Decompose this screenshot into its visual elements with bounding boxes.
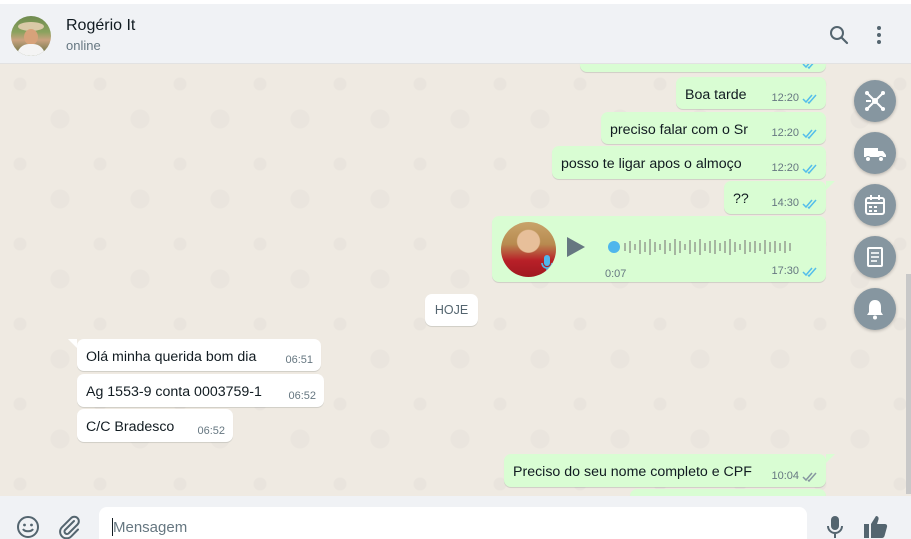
- document-icon[interactable]: [854, 236, 896, 278]
- voice-message-bubble[interactable]: 0:07 17:30: [492, 216, 826, 282]
- message-text: posso te ligar apos o almoço: [561, 156, 742, 172]
- message-bubble-out[interactable]: ?? 14:30: [724, 181, 826, 214]
- message-bubble-out[interactable]: posso te ligar apos o almoço 12:20: [552, 146, 826, 179]
- contact-avatar[interactable]: [11, 16, 51, 56]
- bell-icon[interactable]: [854, 288, 896, 330]
- day-separator: HOJE: [425, 294, 478, 326]
- read-ticks-icon: [802, 94, 817, 104]
- read-ticks-icon: [802, 267, 817, 277]
- message-time: 06:51: [285, 354, 313, 366]
- message-text: ??: [733, 191, 749, 207]
- message-bubble-out[interactable]: Boa tarde 12:20: [676, 77, 826, 109]
- message-bubble-partial[interactable]: [580, 64, 826, 72]
- message-time: 12:20: [771, 92, 799, 104]
- message-time: 17:30: [771, 265, 799, 277]
- scrollbar-thumb[interactable]: [906, 274, 911, 494]
- microphone-icon[interactable]: [826, 515, 844, 539]
- calendar-icon[interactable]: [854, 184, 896, 226]
- message-bubble-in[interactable]: Ag 1553-9 conta 0003759-1 06:52: [77, 374, 324, 407]
- message-bubble-in[interactable]: C/C Bradesco 06:52: [77, 409, 233, 442]
- paperclip-icon[interactable]: [57, 515, 81, 539]
- delivery-truck-icon[interactable]: [854, 132, 896, 174]
- message-bubble-partial[interactable]: [630, 489, 826, 496]
- message-time: 12:20: [771, 162, 799, 174]
- message-text: C/C Bradesco: [86, 419, 175, 435]
- play-icon[interactable]: [565, 235, 587, 259]
- kebab-menu-icon[interactable]: [868, 24, 890, 46]
- message-time: 06:52: [288, 390, 316, 402]
- read-ticks-icon: [802, 199, 817, 209]
- delivered-ticks-icon: [802, 472, 817, 482]
- message-time: 10:04: [771, 470, 799, 482]
- message-bubble-in[interactable]: Olá minha querida bom dia 06:51: [77, 339, 321, 371]
- thumbs-up-icon[interactable]: [863, 514, 889, 539]
- message-text: Preciso do seu nome completo e CPF: [513, 464, 752, 480]
- message-text: preciso falar com o Sr: [610, 122, 748, 138]
- emoji-icon[interactable]: [16, 515, 40, 539]
- message-text: Ag 1553-9 conta 0003759-1: [86, 384, 262, 400]
- message-text: Boa tarde: [685, 87, 747, 103]
- message-time: 14:30: [771, 197, 799, 209]
- microphone-icon: [541, 255, 553, 273]
- read-ticks-icon: [802, 129, 817, 139]
- message-input[interactable]: [99, 507, 807, 539]
- read-ticks-icon: [802, 164, 817, 174]
- search-icon[interactable]: [828, 24, 850, 46]
- chat-header: Rogério It online: [0, 0, 911, 64]
- message-bubble-out[interactable]: Preciso do seu nome completo e CPF 10:04: [504, 454, 826, 487]
- message-text: Olá minha querida bom dia: [86, 349, 257, 365]
- text-caret: [112, 518, 113, 536]
- sender-avatar: [501, 222, 556, 277]
- audio-waveform[interactable]: [608, 236, 798, 258]
- conversation-panel[interactable]: Boa tarde 12:20 preciso falar com o Sr 1…: [0, 64, 911, 496]
- contact-status: online: [66, 38, 101, 53]
- message-time: 12:20: [771, 127, 799, 139]
- contact-name[interactable]: Rogério It: [66, 17, 135, 35]
- network-icon[interactable]: [854, 80, 896, 122]
- voice-duration: 0:07: [605, 268, 627, 280]
- message-bubble-out[interactable]: preciso falar com o Sr 12:20: [601, 112, 826, 144]
- message-time: 06:52: [197, 425, 225, 437]
